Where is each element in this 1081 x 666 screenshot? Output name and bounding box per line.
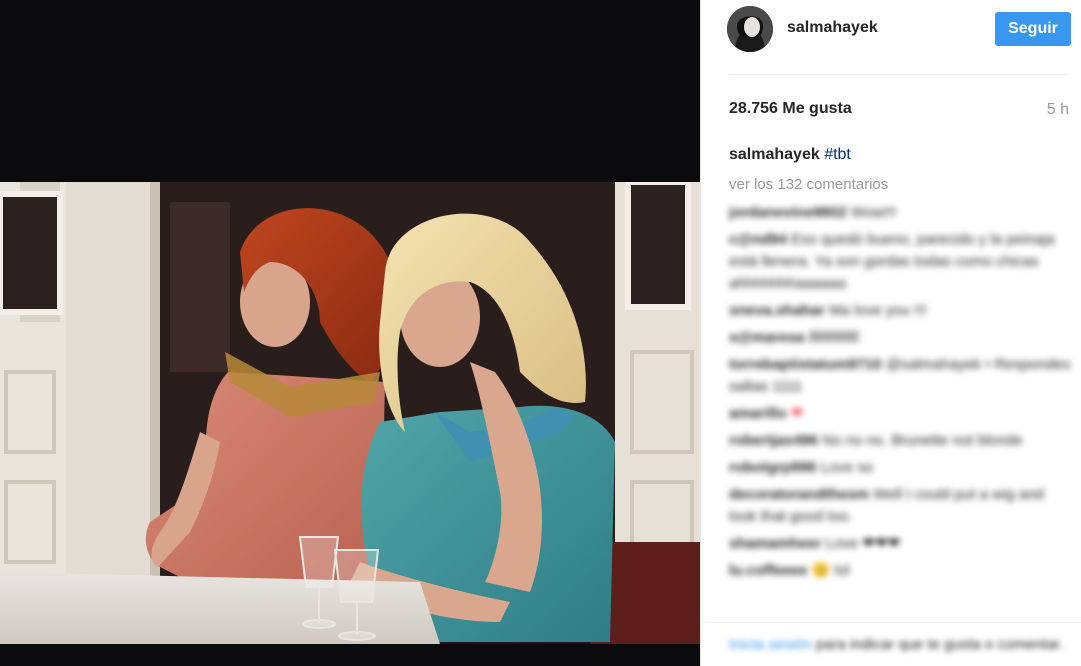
comment-text: Ma love you !!!: [829, 302, 927, 319]
comment-text: ❤: [790, 405, 804, 422]
comment-text: No no no. Brunette not blonde: [822, 432, 1023, 449]
footer-divider: [701, 622, 1081, 623]
login-prompt-text: para indicar que te gusta o comentar.: [815, 636, 1064, 653]
post-details-panel: salmahayek Seguir 28.756 Me gusta 5 h sa…: [700, 0, 1081, 666]
login-prompt: Inicia sesión para indicar que te gusta …: [729, 636, 1074, 653]
comment-username[interactable]: lu.coffeeee: [729, 562, 807, 579]
comment-item: c@nd94 Eso quedó bueno, parecido y la pe…: [729, 229, 1074, 295]
avatar[interactable]: [727, 6, 773, 52]
post-photo[interactable]: [0, 182, 700, 644]
comment-item: jordanevine9802 Wow!!!: [729, 202, 1074, 224]
login-link[interactable]: Inicia sesión: [729, 636, 812, 653]
comment-text: 😊 lol: [811, 562, 850, 579]
comment-item: shamamheer Love ❤❤❤: [729, 533, 1074, 555]
comment-text: lllllllllllllll: [808, 329, 859, 346]
view-all-comments-link[interactable]: ver los 132 comentarios: [729, 176, 888, 193]
comment-text: Wow!!!: [850, 204, 897, 221]
comment-username[interactable]: torrebaptistatum9710: [729, 356, 882, 373]
follow-button[interactable]: Seguir: [995, 12, 1071, 46]
comment-item: robertjax496 No no no. Brunette not blon…: [729, 430, 1074, 452]
caption-hashtag[interactable]: #tbt: [824, 146, 851, 163]
comment-item: decoratorandthesm Well I could put a wig…: [729, 484, 1074, 528]
comment-item: sneva.shahar Ma love you !!!: [729, 300, 1074, 322]
comment-username[interactable]: sneva.shahar: [729, 302, 825, 319]
comment-username[interactable]: robertjax496: [729, 432, 818, 449]
comment-username[interactable]: decoratorandthesm: [729, 486, 869, 503]
post-time[interactable]: 5 h: [1047, 101, 1069, 119]
comment-username[interactable]: robotgrp996: [729, 459, 817, 476]
comment-username[interactable]: s@maresa: [729, 329, 805, 346]
comments-list: jordanevine9802 Wow!!! c@nd94 Eso quedó …: [729, 202, 1074, 620]
post-caption: salmahayek #tbt: [729, 146, 851, 164]
comment-username[interactable]: c@nd94: [729, 231, 787, 248]
header-divider: [729, 74, 1069, 75]
comment-username[interactable]: amarillo: [729, 405, 787, 422]
comment-username[interactable]: jordanevine9802: [729, 204, 847, 221]
comment-item: robotgrp996 Love so: [729, 457, 1074, 479]
comment-item: s@maresa lllllllllllllll: [729, 327, 1074, 349]
comment-item: lu.coffeeee 😊 lol: [729, 560, 1074, 582]
likes-count[interactable]: 28.756 Me gusta: [729, 100, 852, 118]
comment-text: Love ❤❤❤: [825, 535, 901, 552]
comment-item: torrebaptistatum9710 @salmahayek • Respo…: [729, 354, 1074, 398]
comment-text: Love so: [820, 459, 874, 476]
comment-username[interactable]: shamamheer: [729, 535, 822, 552]
post-header: salmahayek Seguir: [701, 0, 1081, 60]
post-username[interactable]: salmahayek: [787, 19, 878, 37]
photo-illustration: [0, 182, 700, 644]
avatar-image: [727, 6, 773, 52]
post-media[interactable]: [0, 0, 700, 666]
caption-username[interactable]: salmahayek: [729, 146, 820, 163]
comment-item: amarillo ❤: [729, 403, 1074, 425]
